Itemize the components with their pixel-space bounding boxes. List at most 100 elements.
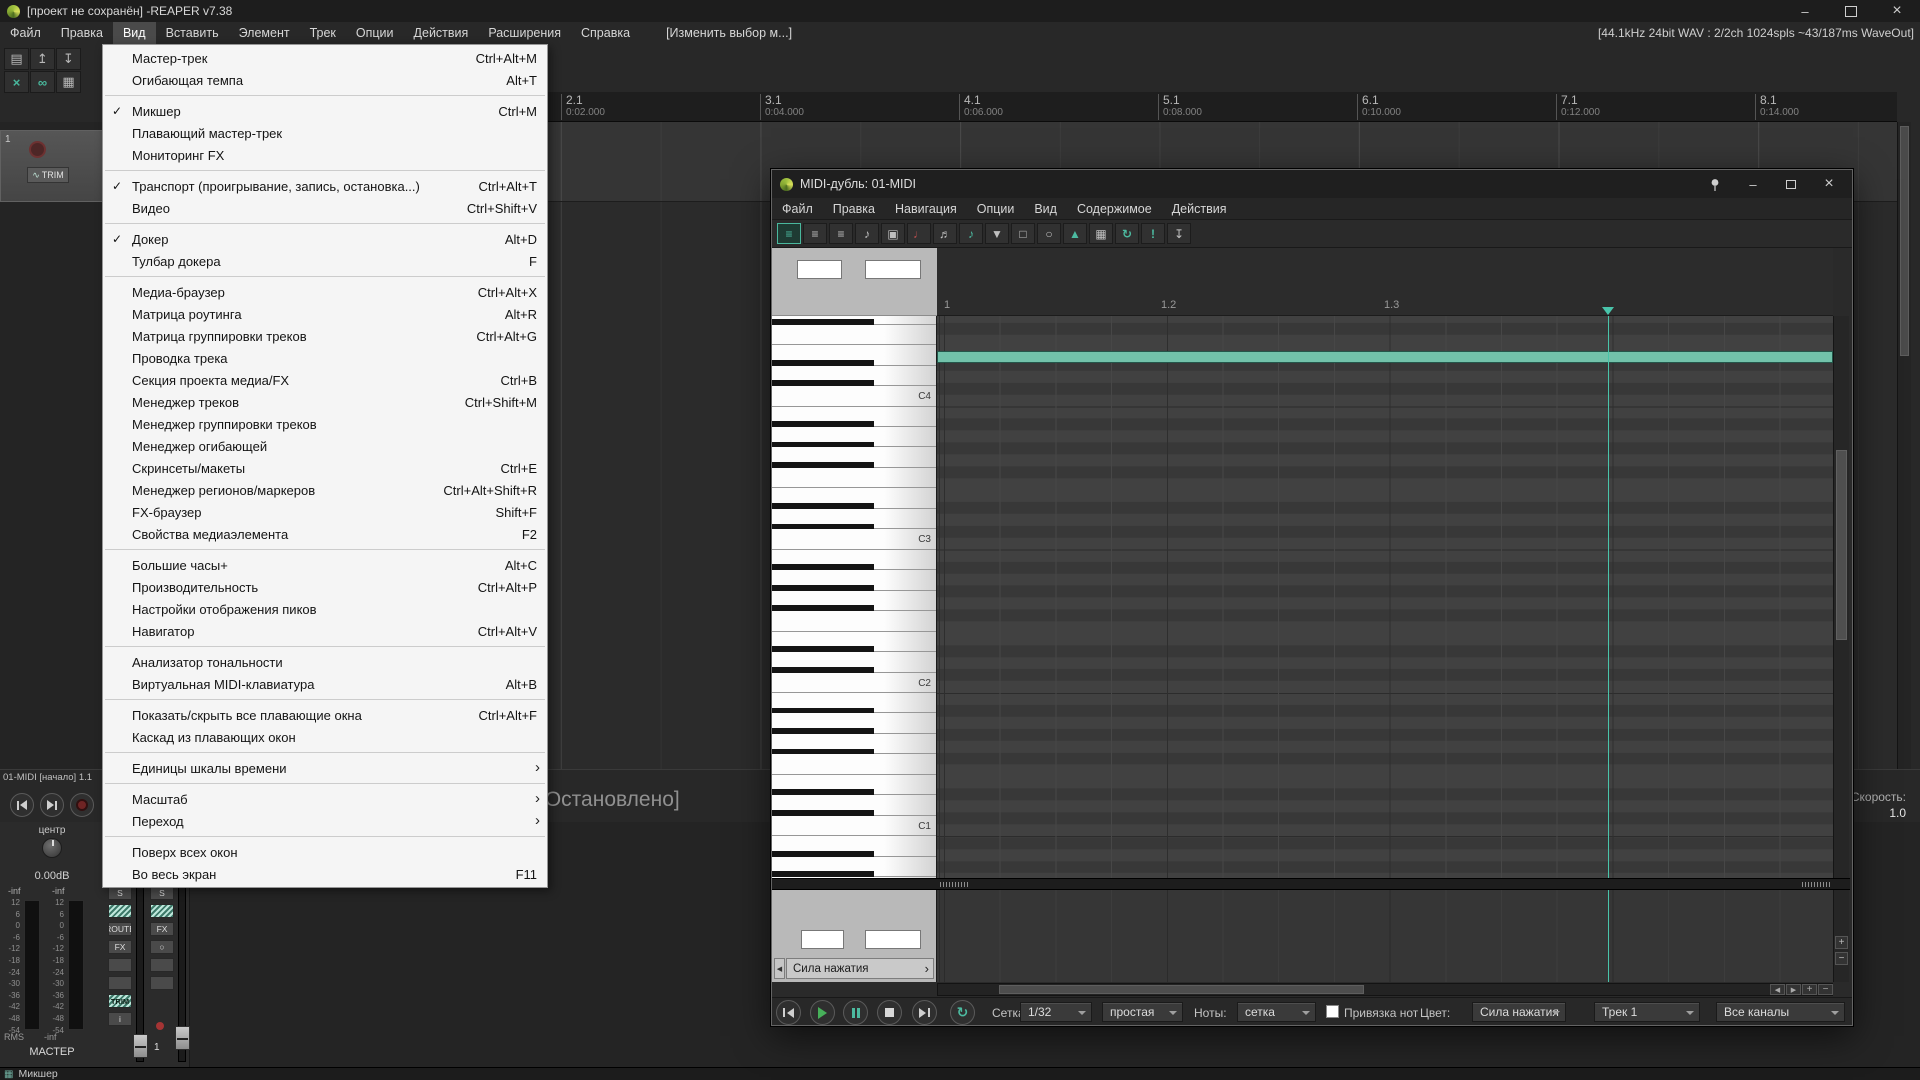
view-menu-item[interactable]: ПроизводительностьCtrl+Alt+P xyxy=(103,576,547,598)
scroll-left-button[interactable] xyxy=(1770,984,1785,995)
view-menu-item[interactable]: ✓ДокерAlt+D xyxy=(103,228,547,250)
view-menu-item[interactable]: ✓Транспорт (проигрывание, запись, остано… xyxy=(103,175,547,197)
strip-button[interactable] xyxy=(150,958,174,972)
master-pan-knob[interactable] xyxy=(42,838,62,858)
go-to-end-button[interactable] xyxy=(40,793,64,817)
route-button[interactable]: ROUTE xyxy=(108,922,132,936)
view-menu-item[interactable]: Менеджер трековCtrl+Shift+M xyxy=(103,391,547,413)
scrollbar-thumb[interactable] xyxy=(1900,126,1909,356)
fader-handle[interactable] xyxy=(175,1026,190,1050)
arrange-vertical-scrollbar[interactable] xyxy=(1897,122,1911,769)
midi-menubar-item[interactable]: Вид xyxy=(1024,198,1067,219)
strip-button[interactable] xyxy=(150,976,174,990)
i-button[interactable]: i xyxy=(108,1012,132,1026)
custom-action-menu-item[interactable]: [Изменить выбор м...] xyxy=(656,22,802,44)
pin-button[interactable] xyxy=(1696,172,1734,196)
edit-cursor-marker[interactable] xyxy=(1602,307,1614,315)
minimize-button[interactable] xyxy=(1782,0,1828,22)
fader-handle[interactable] xyxy=(133,1034,148,1058)
view-menu-item[interactable]: Масштаб› xyxy=(103,788,547,810)
record-button[interactable] xyxy=(70,793,94,817)
view-menu-item[interactable]: НавигаторCtrl+Alt+V xyxy=(103,620,547,642)
grid-settings-icon[interactable]: ▦ xyxy=(1089,223,1113,244)
minimize-button[interactable]: – xyxy=(1734,172,1772,196)
view-menu-item[interactable]: Каскад из плавающих окон xyxy=(103,726,547,748)
scrollbar-thumb[interactable] xyxy=(1836,450,1847,640)
fx-button[interactable]: FX xyxy=(108,940,132,954)
view-menu-item[interactable]: ✓МикшерCtrl+M xyxy=(103,100,547,122)
view-menu-item[interactable]: Скринсеты/макетыCtrl+E xyxy=(103,457,547,479)
trim-button[interactable]: TRIM xyxy=(108,994,132,1008)
scroll-right-button[interactable] xyxy=(1786,984,1801,995)
note-preview-icon[interactable]: ♩ xyxy=(907,223,931,244)
view-menu-item[interactable]: Менеджер огибающей xyxy=(103,435,547,457)
piano-key-white[interactable] xyxy=(772,611,937,631)
menubar-item[interactable]: Вид xyxy=(113,22,156,44)
marquee-select-icon[interactable]: □ xyxy=(1011,223,1035,244)
close-button[interactable]: × xyxy=(1810,172,1848,196)
group-items-icon[interactable]: ∞ xyxy=(30,71,55,93)
strip-button[interactable] xyxy=(108,976,132,990)
view-menu-item[interactable]: Медиа-браузерCtrl+Alt+X xyxy=(103,281,547,303)
repeat-button[interactable] xyxy=(950,1000,975,1025)
playrate-control[interactable]: Скорость: 1.0 xyxy=(1851,790,1906,820)
view-menu-item[interactable]: Секция проекта медиа/FXCtrl+B xyxy=(103,369,547,391)
cc-value-box[interactable] xyxy=(865,930,921,949)
strip-button[interactable] xyxy=(108,958,132,972)
piano-key-white[interactable] xyxy=(772,673,937,693)
new-project-icon[interactable]: ▤ xyxy=(4,48,29,70)
midi-horizontal-scrollbar[interactable] xyxy=(937,983,1833,996)
view-menu-item[interactable]: Большие часы+Alt+C xyxy=(103,554,547,576)
pause-button[interactable] xyxy=(843,1000,868,1025)
view-menu-item[interactable]: Показать/скрыть все плавающие окнаCtrl+A… xyxy=(103,704,547,726)
note-property-box[interactable] xyxy=(865,260,921,279)
midi-menubar-item[interactable]: Действия xyxy=(1162,198,1237,219)
zoom-in-button[interactable] xyxy=(1835,936,1848,949)
view-menu-item[interactable]: Тулбар докераF xyxy=(103,250,547,272)
media-import-icon[interactable]: ↥ xyxy=(30,48,55,70)
view-menu-item[interactable]: Мониторинг FX xyxy=(103,144,547,166)
menubar-item[interactable]: Расширения xyxy=(478,22,571,44)
go-to-start-button[interactable] xyxy=(776,1000,801,1025)
track-header[interactable]: 1 ∿ TRIM xyxy=(0,130,104,202)
menubar-item[interactable]: Файл xyxy=(0,22,51,44)
insert-note-icon[interactable]: ↧ xyxy=(1167,223,1191,244)
lasso-select-icon[interactable]: ○ xyxy=(1037,223,1061,244)
play-button[interactable] xyxy=(810,1000,835,1025)
piano-key-white[interactable] xyxy=(772,386,937,406)
menubar-item[interactable]: Действия xyxy=(404,22,479,44)
notation-view-icon[interactable]: ♪ xyxy=(855,223,879,244)
cc-lane-grid[interactable] xyxy=(937,890,1833,982)
view-menu-item[interactable]: ВидеоCtrl+Shift+V xyxy=(103,197,547,219)
view-menu-item[interactable]: Настройки отображения пиков xyxy=(103,598,547,620)
routing-matrix-icon[interactable]: ▦ xyxy=(56,71,81,93)
note-chase-icon[interactable]: ♬ xyxy=(933,223,957,244)
close-button[interactable] xyxy=(1874,0,1920,22)
s-button[interactable]: S xyxy=(150,886,174,900)
view-menu-item[interactable]: Огибающая темпаAlt+T xyxy=(103,69,547,91)
view-menu-item[interactable]: Виртуальная MIDI-клавиатураAlt+B xyxy=(103,673,547,695)
view-menu-item[interactable]: Менеджер регионов/маркеровCtrl+Alt+Shift… xyxy=(103,479,547,501)
snap-notes-checkbox[interactable] xyxy=(1326,1005,1339,1018)
midi-menubar-item[interactable]: Навигация xyxy=(885,198,967,219)
cc-value-box[interactable] xyxy=(801,930,844,949)
view-menu-item[interactable]: Мастер-трекCtrl+Alt+M xyxy=(103,47,547,69)
s-button[interactable]: S xyxy=(108,886,132,900)
menubar-item[interactable]: Справка xyxy=(571,22,640,44)
midi-menubar-item[interactable]: Содержимое xyxy=(1067,198,1162,219)
view-menu-item[interactable]: Единицы шкалы времени› xyxy=(103,757,547,779)
grid-type-dropdown[interactable]: простая xyxy=(1102,1002,1183,1022)
view-menu-item[interactable]: FX-браузерShift+F xyxy=(103,501,547,523)
note-insert-icon[interactable]: ♪ xyxy=(959,223,983,244)
piano-key-white[interactable] xyxy=(772,816,937,836)
view-menu-item[interactable]: Проводка трека xyxy=(103,347,547,369)
midi-ruler[interactable]: 11.21.3 xyxy=(937,248,1833,316)
midi-menubar-item[interactable]: Правка xyxy=(823,198,885,219)
maximize-button[interactable] xyxy=(1828,0,1874,22)
view-menu-item[interactable]: Поверх всех окон xyxy=(103,841,547,863)
grid-size-dropdown[interactable]: 1/32 xyxy=(1020,1002,1092,1022)
menubar-item[interactable]: Опции xyxy=(346,22,404,44)
mute-button[interactable] xyxy=(108,904,132,918)
view-menu-item[interactable]: Анализатор тональности xyxy=(103,651,547,673)
stop-button[interactable] xyxy=(877,1000,902,1025)
